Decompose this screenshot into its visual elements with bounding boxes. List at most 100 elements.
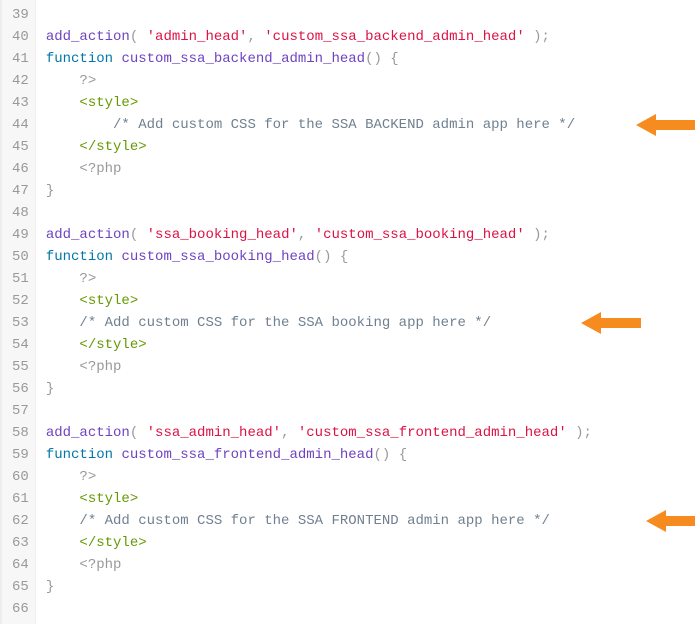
- code-token: ?>: [79, 469, 96, 485]
- code-token: /* Add custom CSS for the SSA BACKEND ad…: [113, 117, 575, 133]
- line-number: 48: [12, 202, 29, 224]
- line-number-gutter: 3940414243444546474849505152535455565758…: [2, 0, 36, 624]
- code-area[interactable]: add_action( 'admin_head', 'custom_ssa_ba…: [36, 0, 695, 624]
- code-token: [331, 249, 339, 265]
- code-token: [46, 73, 80, 89]
- code-token: [46, 271, 80, 287]
- code-line[interactable]: <?php: [46, 554, 695, 576]
- code-token: [46, 469, 80, 485]
- annotation-arrow-icon: [646, 510, 695, 532]
- line-number: 50: [12, 246, 29, 268]
- line-number: 43: [12, 92, 29, 114]
- code-token: 'custom_ssa_booking_head': [315, 227, 525, 243]
- line-number: 44: [12, 114, 29, 136]
- code-token: );: [525, 29, 550, 45]
- code-token: [46, 95, 80, 111]
- line-number: 62: [12, 510, 29, 532]
- code-token: add_action: [46, 227, 130, 243]
- code-line[interactable]: function custom_ssa_backend_admin_head()…: [46, 48, 695, 70]
- code-token: ,: [247, 29, 264, 45]
- line-number: 54: [12, 334, 29, 356]
- code-token: function: [46, 447, 113, 463]
- line-number: 65: [12, 576, 29, 598]
- code-line[interactable]: [46, 598, 695, 620]
- code-line[interactable]: </style>: [46, 334, 695, 356]
- line-number: 57: [12, 400, 29, 422]
- code-line[interactable]: /* Add custom CSS for the SSA FRONTEND a…: [46, 510, 695, 532]
- code-token: /* Add custom CSS for the SSA booking ap…: [79, 315, 491, 331]
- code-token: function: [46, 249, 113, 265]
- code-token: [46, 117, 113, 133]
- code-token: [46, 513, 80, 529]
- line-number: 45: [12, 136, 29, 158]
- code-token: </style>: [79, 535, 146, 551]
- code-line[interactable]: ?>: [46, 70, 695, 92]
- code-line[interactable]: }: [46, 576, 695, 598]
- code-token: }: [46, 579, 54, 595]
- line-number: 58: [12, 422, 29, 444]
- code-line[interactable]: }: [46, 180, 695, 202]
- code-line[interactable]: <?php: [46, 158, 695, 180]
- line-number: 52: [12, 290, 29, 312]
- code-token: }: [46, 381, 54, 397]
- code-token: [46, 359, 80, 375]
- code-line[interactable]: add_action( 'ssa_admin_head', 'custom_ss…: [46, 422, 695, 444]
- code-token: <style>: [79, 95, 138, 111]
- code-token: ,: [298, 227, 315, 243]
- line-number: 42: [12, 70, 29, 92]
- line-number: 47: [12, 180, 29, 202]
- code-token: [46, 535, 80, 551]
- code-line[interactable]: <style>: [46, 92, 695, 114]
- code-token: ?>: [79, 73, 96, 89]
- code-line[interactable]: </style>: [46, 136, 695, 158]
- code-line[interactable]: /* Add custom CSS for the SSA BACKEND ad…: [46, 114, 695, 136]
- code-line[interactable]: <style>: [46, 290, 695, 312]
- code-token: /* Add custom CSS for the SSA FRONTEND a…: [79, 513, 549, 529]
- line-number: 46: [12, 158, 29, 180]
- line-number: 63: [12, 532, 29, 554]
- code-token: 'ssa_admin_head': [147, 425, 281, 441]
- code-token: {: [390, 51, 398, 67]
- code-token: [46, 293, 80, 309]
- code-token: <style>: [79, 293, 138, 309]
- code-token: ,: [281, 425, 298, 441]
- code-line[interactable]: [46, 400, 695, 422]
- code-editor: 3940414243444546474849505152535455565758…: [0, 0, 695, 624]
- line-number: 64: [12, 554, 29, 576]
- code-token: add_action: [46, 29, 130, 45]
- code-line[interactable]: <style>: [46, 488, 695, 510]
- line-number: 66: [12, 598, 29, 620]
- code-line[interactable]: ?>: [46, 268, 695, 290]
- code-token: </style>: [79, 139, 146, 155]
- code-token: [46, 557, 80, 573]
- code-line[interactable]: [46, 4, 695, 26]
- code-token: (: [130, 425, 147, 441]
- code-token: (): [373, 447, 390, 463]
- code-token: add_action: [46, 425, 130, 441]
- code-line[interactable]: }: [46, 378, 695, 400]
- code-line[interactable]: function custom_ssa_frontend_admin_head(…: [46, 444, 695, 466]
- code-line[interactable]: [46, 202, 695, 224]
- code-line[interactable]: function custom_ssa_booking_head() {: [46, 246, 695, 268]
- line-number: 49: [12, 224, 29, 246]
- code-token: custom_ssa_booking_head: [121, 249, 314, 265]
- code-token: [46, 139, 80, 155]
- code-token: [46, 491, 80, 507]
- line-number: 40: [12, 26, 29, 48]
- line-number: 39: [12, 4, 29, 26]
- code-token: [390, 447, 398, 463]
- code-token: [46, 315, 80, 331]
- line-number: 61: [12, 488, 29, 510]
- code-line[interactable]: <?php: [46, 356, 695, 378]
- code-line[interactable]: add_action( 'ssa_booking_head', 'custom_…: [46, 224, 695, 246]
- line-number: 56: [12, 378, 29, 400]
- code-token: (): [365, 51, 382, 67]
- code-line[interactable]: ?>: [46, 466, 695, 488]
- code-token: );: [525, 227, 550, 243]
- code-token: }: [46, 183, 54, 199]
- line-number: 53: [12, 312, 29, 334]
- code-token: 'custom_ssa_backend_admin_head': [264, 29, 524, 45]
- code-token: (: [130, 29, 147, 45]
- code-line[interactable]: add_action( 'admin_head', 'custom_ssa_ba…: [46, 26, 695, 48]
- code-line[interactable]: </style>: [46, 532, 695, 554]
